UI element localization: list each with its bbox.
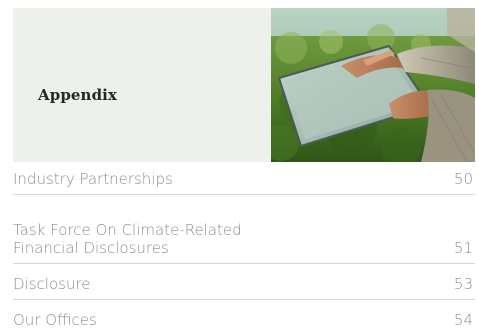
toc-item-label: Task Force On Climate-Related Financial … — [13, 221, 242, 257]
toc-item-page: 51 — [453, 239, 473, 257]
appendix-page: Appendix Industry Partnerships 50 Task F… — [0, 0, 479, 336]
toc-item-label-line-1: Task Force On Climate-Related — [13, 221, 242, 239]
toc-item-tcfd[interactable]: Task Force On Climate-Related Financial … — [13, 195, 475, 264]
title-panel: Appendix — [13, 8, 271, 162]
toc-item-label: Our Offices — [13, 311, 97, 329]
toc-item-label: Disclosure — [13, 275, 91, 293]
toc-item-page: 54 — [453, 311, 473, 329]
section-title: Appendix — [38, 86, 117, 104]
table-of-contents: Industry Partnerships 50 Task Force On C… — [13, 163, 475, 335]
toc-item-page: 53 — [453, 275, 473, 293]
toc-item-our-offices[interactable]: Our Offices 54 — [13, 300, 475, 335]
section-header: Appendix — [13, 8, 475, 162]
photo-illustration — [271, 8, 475, 162]
toc-item-industry-partnerships[interactable]: Industry Partnerships 50 — [13, 163, 475, 195]
hero-photo-tablet-in-field — [271, 8, 475, 162]
toc-item-label: Industry Partnerships — [13, 170, 173, 188]
toc-item-label-line-2: Financial Disclosures — [13, 239, 169, 257]
toc-item-disclosure[interactable]: Disclosure 53 — [13, 264, 475, 300]
toc-item-page: 50 — [453, 170, 473, 188]
